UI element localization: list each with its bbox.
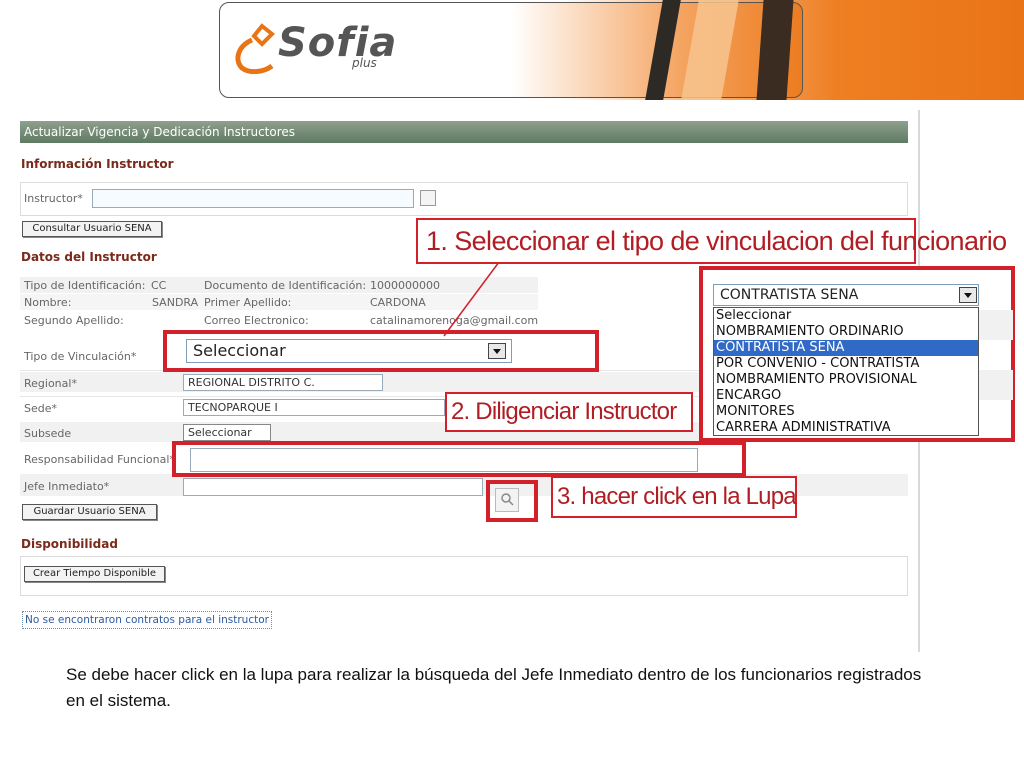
subsede-select[interactable]: Seleccionar xyxy=(183,424,271,441)
doc-id-value: 1000000000 xyxy=(370,279,440,292)
dropdown-option[interactable]: CARRERA ADMINISTRATIVA xyxy=(714,420,978,436)
section-disponibilidad: Disponibilidad xyxy=(21,537,118,551)
regional-field[interactable]: REGIONAL DISTRITO C. xyxy=(183,374,383,391)
consultar-usuario-button[interactable]: Consultar Usuario SENA xyxy=(22,221,162,237)
section-informacion-instructor: Información Instructor xyxy=(21,157,174,171)
highlight-responsabilidad xyxy=(172,441,746,477)
callout-pointer xyxy=(443,257,503,337)
jefe-inmediato-input[interactable] xyxy=(183,478,483,496)
callout-step1: 1. Seleccionar el tipo de vinculacion de… xyxy=(416,218,1007,264)
slide-caption: Se debe hacer click en la lupa para real… xyxy=(66,665,922,710)
primer-apellido-value: CARDONA xyxy=(370,296,426,309)
dropdown-selected-value: CONTRATISTA SENA xyxy=(720,287,859,303)
instructor-label: Instructor* xyxy=(24,192,83,205)
dropdown-options-list: Seleccionar NOMBRAMIENTO ORDINARIO CONTR… xyxy=(713,307,979,436)
subsede-label: Subsede xyxy=(24,427,72,440)
responsabilidad-label: Responsabilidad Funcional* xyxy=(24,453,175,466)
sede-label: Sede* xyxy=(24,402,57,415)
guardar-usuario-button[interactable]: Guardar Usuario SENA xyxy=(22,504,157,520)
no-contratos-message: No se encontraron contratos para el inst… xyxy=(22,611,272,629)
inset-shade xyxy=(973,370,1013,400)
window-title: Actualizar Vigencia y Dedicación Instruc… xyxy=(20,121,908,143)
correo-label: Correo Electronico: xyxy=(204,314,309,327)
jefe-inmediato-label: Jefe Inmediato* xyxy=(24,480,110,493)
dropdown-option[interactable]: ENCARGO xyxy=(714,388,978,404)
dropdown-option[interactable]: Seleccionar xyxy=(714,308,978,324)
highlight-tipo-vinculacion xyxy=(163,330,599,372)
dropdown-option[interactable]: POR CONVENIO - CONTRATISTA xyxy=(714,356,978,372)
nombre-label: Nombre: xyxy=(24,296,72,309)
dropdown-inset: CONTRATISTA SENA Seleccionar NOMBRAMIENT… xyxy=(699,266,1015,442)
crear-tiempo-button[interactable]: Crear Tiempo Disponible xyxy=(24,566,165,582)
segundo-apellido-label: Segundo Apellido: xyxy=(24,314,124,327)
vinculacion-dropdown-select[interactable]: CONTRATISTA SENA xyxy=(713,284,979,306)
doc-id-label: Documento de Identificación: xyxy=(204,279,367,292)
inset-shade xyxy=(973,310,1013,340)
highlight-lupa xyxy=(486,480,538,522)
section-datos-instructor: Datos del Instructor xyxy=(21,250,157,264)
dropdown-option[interactable]: NOMBRAMIENTO PROVISIONAL xyxy=(714,372,978,388)
tipo-id-value: CC xyxy=(151,279,167,292)
instructor-input[interactable] xyxy=(92,189,414,208)
regional-label: Regional* xyxy=(24,377,77,390)
callout-step2: 2. Diligenciar Instructor xyxy=(445,392,693,432)
tipo-id-label: Tipo de Identificación: xyxy=(24,279,146,292)
dropdown-option[interactable]: MONITORES xyxy=(714,404,978,420)
chevron-down-icon[interactable] xyxy=(959,287,977,303)
primer-apellido-label: Primer Apellido: xyxy=(204,296,292,309)
callout-step3: 3. hacer click en la Lupa xyxy=(551,476,797,518)
lookup-grid-icon[interactable] xyxy=(420,190,436,206)
sofia-logo-icon xyxy=(235,23,275,75)
nombre-value: SANDRA xyxy=(152,296,199,309)
tipo-vinculacion-label: Tipo de Vinculación* xyxy=(24,350,137,363)
sede-field[interactable]: TECNOPARQUE I xyxy=(183,399,445,416)
logo-sub: plus xyxy=(352,56,377,70)
dropdown-option[interactable]: CONTRATISTA SENA xyxy=(714,340,978,356)
logo-text: Sofia xyxy=(278,20,398,66)
dropdown-option[interactable]: NOMBRAMIENTO ORDINARIO xyxy=(714,324,978,340)
